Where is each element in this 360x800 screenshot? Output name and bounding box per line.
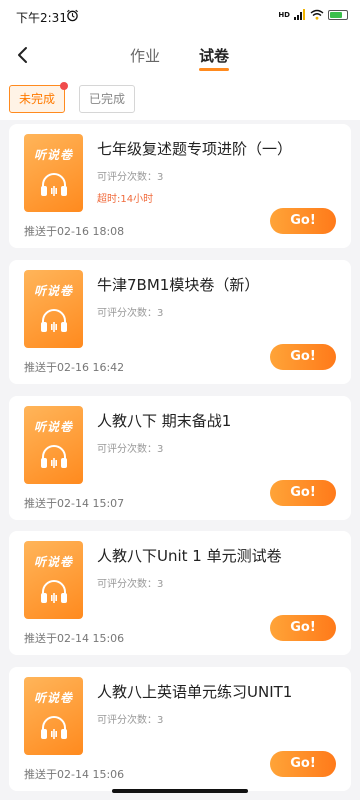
exam-card[interactable]: 听说卷 七年级复述题专项进阶（一） 可评分次数：3 超时:14小时 推送于02-… [9, 124, 351, 248]
status-bar: 下午2:31 HD [0, 0, 360, 34]
pushed-time: 推送于02-14 15:06 [24, 632, 125, 645]
home-indicator[interactable] [112, 789, 248, 793]
headphone-icon [41, 716, 67, 739]
filter-complete[interactable]: 已完成 [79, 85, 136, 113]
grading-attempts: 可评分次数：3 [97, 715, 164, 726]
cover-label: 听说卷 [33, 691, 73, 705]
alarm-icon [67, 9, 78, 22]
exam-card[interactable]: 听说卷 人教八下Unit 1 单元测试卷 可评分次数：3 推送于02-14 15… [9, 531, 351, 655]
signal-icon [294, 9, 305, 20]
go-button[interactable]: Go! [270, 344, 336, 370]
nav-bar: 作业 试卷 [0, 34, 360, 76]
grading-attempts: 可评分次数：3 [97, 579, 164, 590]
go-button[interactable]: Go! [270, 208, 336, 234]
exam-card[interactable]: 听说卷 牛津7BM1模块卷（新） 可评分次数：3 推送于02-16 16:42 … [9, 260, 351, 384]
filter-incomplete[interactable]: 未完成 [9, 82, 69, 113]
exam-title: 七年级复述题专项进阶（一） [97, 140, 293, 158]
headphone-icon [41, 309, 67, 332]
status-icons: HD [278, 9, 348, 20]
grading-attempts: 可评分次数：3 [97, 308, 164, 319]
grading-attempts: 可评分次数：3 [97, 444, 164, 455]
filter-complete-label: 已完成 [89, 92, 126, 106]
listening-exam-cover: 听说卷 [24, 270, 83, 348]
filter-incomplete-label: 未完成 [19, 92, 56, 106]
exam-title: 人教八下Unit 1 单元测试卷 [97, 547, 282, 565]
back-icon[interactable] [10, 42, 36, 68]
pushed-time: 推送于02-16 18:08 [24, 225, 125, 238]
go-button[interactable]: Go! [270, 751, 336, 777]
headphone-icon [41, 173, 67, 196]
cover-label: 听说卷 [33, 284, 73, 298]
go-button[interactable]: Go! [270, 480, 336, 506]
active-tab-indicator [199, 68, 229, 71]
grading-attempts: 可评分次数：3 [97, 172, 164, 183]
exam-title: 人教八上英语单元练习UNIT1 [97, 683, 293, 701]
headphone-icon [41, 580, 67, 603]
listening-exam-cover: 听说卷 [24, 134, 83, 212]
go-button[interactable]: Go! [270, 615, 336, 641]
overdue-label: 超时:14小时 [97, 194, 154, 205]
cover-label: 听说卷 [33, 148, 73, 162]
tab-homework[interactable]: 作业 [130, 45, 160, 66]
tab-exam[interactable]: 试卷 [199, 45, 229, 66]
filter-bar: 未完成 已完成 [0, 76, 360, 120]
network-label: HD [278, 10, 290, 19]
status-time: 下午2:31 [16, 11, 67, 25]
listening-exam-cover: 听说卷 [24, 541, 83, 619]
notification-dot [60, 82, 69, 90]
battery-icon [328, 9, 348, 20]
cover-label: 听说卷 [33, 420, 73, 434]
headphone-icon [41, 445, 67, 468]
exam-card[interactable]: 听说卷 人教八下 期末备战1 可评分次数：3 推送于02-14 15:07 Go… [9, 396, 351, 520]
wifi-icon [310, 9, 324, 20]
pushed-time: 推送于02-14 15:07 [24, 497, 125, 510]
pushed-time: 推送于02-14 15:06 [24, 768, 125, 781]
exam-title: 人教八下 期末备战1 [97, 412, 232, 430]
cover-label: 听说卷 [33, 555, 73, 569]
listening-exam-cover: 听说卷 [24, 406, 83, 484]
pushed-time: 推送于02-16 16:42 [24, 361, 125, 374]
listening-exam-cover: 听说卷 [24, 677, 83, 755]
exam-card[interactable]: 听说卷 人教八上英语单元练习UNIT1 可评分次数：3 推送于02-14 15:… [9, 667, 351, 791]
exam-title: 牛津7BM1模块卷（新） [97, 276, 260, 294]
